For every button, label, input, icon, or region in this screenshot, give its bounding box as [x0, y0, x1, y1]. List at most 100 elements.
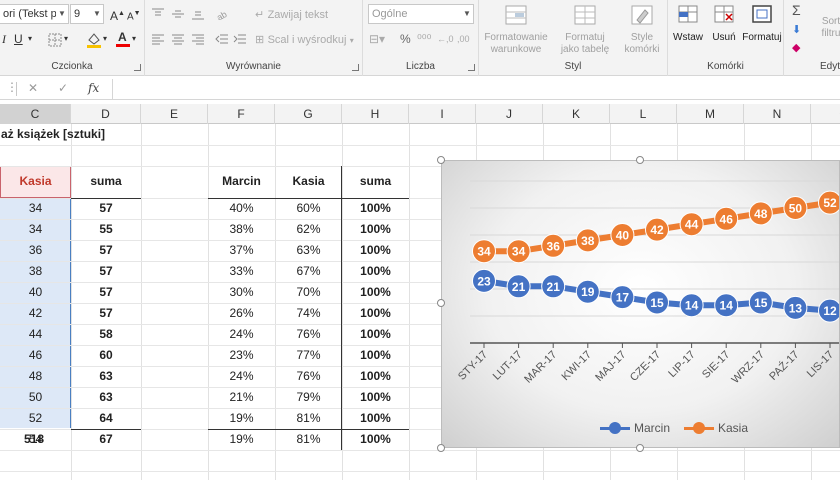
- autosum-icon[interactable]: Σ: [792, 2, 801, 18]
- column-header-n[interactable]: N: [744, 104, 811, 124]
- dialog-launcher-icon[interactable]: [352, 64, 359, 71]
- table-cell-suma[interactable]: 58: [71, 324, 141, 345]
- increase-indent-icon[interactable]: [233, 33, 247, 45]
- font-color-icon[interactable]: A: [116, 30, 130, 48]
- table-cell-kasia[interactable]: 40: [0, 282, 71, 303]
- table-cell-kasia[interactable]: 52: [0, 408, 71, 429]
- wrap-text-button[interactable]: ↵ Zawijaj tekst: [255, 6, 328, 23]
- chart-resize-handle[interactable]: [636, 444, 644, 452]
- table-cell-kasia-pct[interactable]: 81%: [275, 408, 342, 429]
- table-cell-kasia-pct[interactable]: 81%: [275, 429, 342, 450]
- table-cell-marcin-pct[interactable]: 40%: [208, 198, 275, 219]
- formula-input[interactable]: [112, 79, 840, 99]
- clear-icon[interactable]: ◆: [792, 40, 800, 56]
- table-cell-kasia-pct[interactable]: 76%: [275, 366, 342, 387]
- table-cell-kasia[interactable]: 44: [0, 324, 71, 345]
- header-suma[interactable]: suma: [71, 171, 141, 192]
- column-header-k[interactable]: K: [543, 104, 610, 124]
- table-cell-marcin-pct[interactable]: 26%: [208, 303, 275, 324]
- table-cell-suma-pct[interactable]: 100%: [342, 366, 409, 387]
- table-cell-marcin-pct[interactable]: 24%: [208, 366, 275, 387]
- dialog-launcher-icon[interactable]: [468, 64, 475, 71]
- table-cell-kasia-pct[interactable]: 79%: [275, 387, 342, 408]
- decrease-indent-icon[interactable]: [215, 33, 229, 45]
- table-cell-suma-pct[interactable]: 100%: [342, 324, 409, 345]
- font-size-dropdown[interactable]: 9 ▼: [70, 4, 104, 24]
- table-cell-suma[interactable]: 55: [71, 219, 141, 240]
- total-cell[interactable]: 518: [0, 429, 48, 450]
- chart-resize-handle[interactable]: [636, 156, 644, 164]
- chevron-down-icon[interactable]: ▾: [103, 31, 107, 47]
- table-cell-suma-pct[interactable]: 100%: [342, 345, 409, 366]
- table-cell-suma-pct[interactable]: 100%: [342, 240, 409, 261]
- number-format-dropdown[interactable]: Ogólne ▼: [368, 4, 474, 24]
- align-top-icon[interactable]: [151, 8, 165, 20]
- column-header-j[interactable]: J: [476, 104, 543, 124]
- table-cell-kasia[interactable]: 34: [0, 198, 71, 219]
- table-cell-kasia[interactable]: 46: [0, 345, 71, 366]
- column-header-c[interactable]: C: [0, 104, 71, 124]
- column-header-h[interactable]: H: [342, 104, 409, 124]
- sort-filter-button[interactable]: Sort filtru: [816, 16, 840, 40]
- table-cell-kasia-pct[interactable]: 62%: [275, 219, 342, 240]
- table-cell-kasia-pct[interactable]: 76%: [275, 324, 342, 345]
- table-cell-kasia[interactable]: 36: [0, 240, 71, 261]
- underline-icon[interactable]: U: [14, 31, 23, 47]
- table-cell-kasia-pct[interactable]: 70%: [275, 282, 342, 303]
- cell-styles-button[interactable]: Style komórki: [619, 4, 665, 56]
- chart-resize-handle[interactable]: [437, 444, 445, 452]
- table-cell-kasia[interactable]: 50: [0, 387, 71, 408]
- column-header-i[interactable]: I: [409, 104, 476, 124]
- chevron-down-icon[interactable]: ▾: [132, 31, 136, 47]
- table-cell-kasia-pct[interactable]: 74%: [275, 303, 342, 324]
- format-cells-button[interactable]: Formatuj: [742, 4, 782, 44]
- column-header-d[interactable]: D: [71, 104, 141, 124]
- table-cell-kasia-pct[interactable]: 60%: [275, 198, 342, 219]
- italic-icon[interactable]: I: [2, 31, 6, 47]
- header-kasia-pct[interactable]: Kasia: [275, 171, 342, 192]
- table-cell-suma-pct[interactable]: 100%: [342, 261, 409, 282]
- table-cell-suma[interactable]: 63: [71, 366, 141, 387]
- border-icon[interactable]: [48, 33, 62, 47]
- table-cell-kasia-pct[interactable]: 67%: [275, 261, 342, 282]
- table-cell-kasia[interactable]: 34: [0, 219, 71, 240]
- table-cell-suma-pct[interactable]: 100%: [342, 303, 409, 324]
- table-cell-kasia-pct[interactable]: 63%: [275, 240, 342, 261]
- line-chart[interactable]: STY-17 LUT-17 MAR-17 KWI-17 MAJ-17 CZE-17 LIP-…: [441, 160, 840, 448]
- chart-resize-handle[interactable]: [437, 156, 445, 164]
- table-cell-suma[interactable]: 57: [71, 198, 141, 219]
- decrease-decimal-icon[interactable]: ,00: [457, 31, 470, 47]
- comma-style-icon[interactable]: ⁰⁰⁰: [417, 31, 431, 47]
- merge-center-button[interactable]: ⊞ Scal i wyśrodkuj ▾: [255, 31, 354, 49]
- chevron-down-icon[interactable]: ▾: [28, 31, 32, 47]
- fill-color-icon[interactable]: [86, 31, 102, 49]
- enter-icon[interactable]: ✓: [58, 81, 68, 95]
- table-cell-marcin-pct[interactable]: 38%: [208, 219, 275, 240]
- table-cell-marcin-pct[interactable]: 37%: [208, 240, 275, 261]
- orientation-icon[interactable]: ab: [215, 6, 233, 20]
- table-cell-marcin-pct[interactable]: 19%: [208, 429, 275, 450]
- column-header-l[interactable]: L: [610, 104, 677, 124]
- align-center-icon[interactable]: [171, 33, 185, 45]
- header-suma-pct[interactable]: suma: [342, 171, 409, 192]
- table-cell-marcin-pct[interactable]: 21%: [208, 387, 275, 408]
- chart-resize-handle[interactable]: [437, 299, 445, 307]
- font-name-dropdown[interactable]: ori (Tekst pod ▼: [0, 4, 69, 24]
- currency-icon[interactable]: ⊟▾: [369, 31, 385, 47]
- table-cell-suma[interactable]: 57: [71, 282, 141, 303]
- table-cell-suma-pct[interactable]: 100%: [342, 408, 409, 429]
- table-cell-marcin-pct[interactable]: 19%: [208, 408, 275, 429]
- table-cell-suma-pct[interactable]: 100%: [342, 219, 409, 240]
- insert-cells-button[interactable]: Wstaw: [670, 4, 706, 44]
- header-marcin-pct[interactable]: Marcin: [208, 171, 275, 192]
- sheet-title-cell[interactable]: aż książek [sztuki]: [0, 124, 105, 145]
- fill-icon[interactable]: ⬇: [792, 22, 801, 38]
- table-cell-suma[interactable]: 64: [71, 408, 141, 429]
- table-cell-suma-pct[interactable]: 100%: [342, 282, 409, 303]
- table-cell-suma[interactable]: 60: [71, 345, 141, 366]
- dialog-launcher-icon[interactable]: [134, 64, 141, 71]
- table-cell-marcin-pct[interactable]: 24%: [208, 324, 275, 345]
- grow-font-icon[interactable]: A▲: [110, 6, 125, 24]
- column-header-m[interactable]: M: [677, 104, 744, 124]
- chevron-down-icon[interactable]: ▾: [64, 31, 68, 47]
